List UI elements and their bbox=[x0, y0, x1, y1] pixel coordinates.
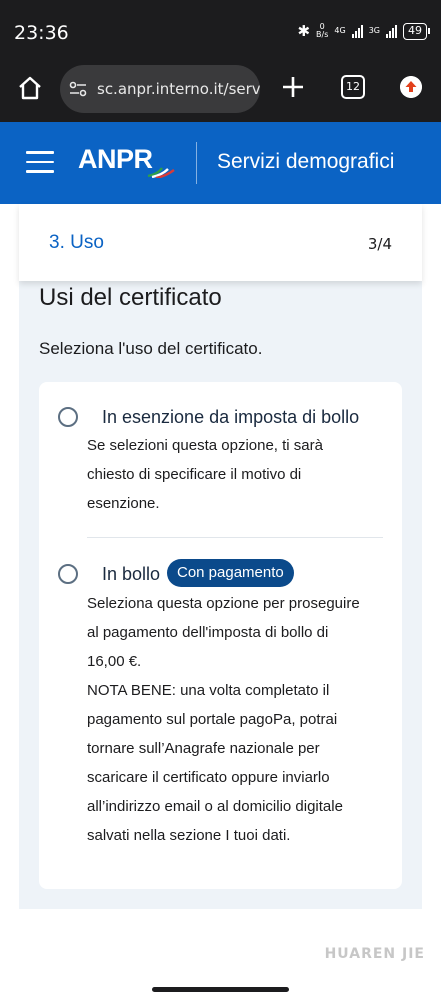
anpr-logo[interactable]: ANPR bbox=[78, 144, 153, 175]
update-icon[interactable] bbox=[400, 76, 422, 98]
status-time: 23:36 bbox=[14, 22, 69, 44]
option-bollo-description: Seleziona questa opzione per proseguire … bbox=[87, 589, 387, 850]
gesture-navigation-bar[interactable] bbox=[152, 987, 289, 992]
option-esenzione-label[interactable]: In esenzione da imposta di bollo bbox=[102, 407, 359, 428]
status-icons: ✱ 0 B/s 4G 3G 49 bbox=[297, 22, 430, 40]
option-esenzione-description: Se selezioni questa opzione, ti sarà chi… bbox=[87, 431, 367, 518]
status-bar: 23:36 ✱ 0 B/s 4G 3G 49 bbox=[0, 0, 441, 62]
signal-icon bbox=[351, 24, 363, 38]
header-title: Servizi demografici bbox=[217, 150, 395, 173]
url-text: sc.anpr.interno.it/serv bbox=[97, 80, 260, 98]
option-esenzione-desc-line: Se selezioni questa opzione, ti sarà bbox=[87, 437, 323, 454]
option-divider bbox=[87, 537, 383, 538]
payment-badge: Con pagamento bbox=[167, 559, 294, 587]
options-card: In esenzione da imposta di bollo Se sele… bbox=[39, 382, 402, 889]
site-settings-icon[interactable] bbox=[68, 79, 88, 99]
hamburger-menu-icon[interactable] bbox=[26, 151, 54, 173]
option-bollo-desc-line: NOTA BENE: una volta completato il bbox=[87, 682, 330, 699]
option-bollo-desc-line: salvati nella sezione I tuoi dati. bbox=[87, 827, 291, 844]
section-subtitle: Seleziona l'uso del certificato. bbox=[39, 339, 263, 358]
option-esenzione-desc-line: chiesto di specificare il motivo di bbox=[87, 466, 302, 483]
network-speed: 0 B/s bbox=[316, 23, 328, 39]
network-speed-unit: B/s bbox=[316, 30, 329, 39]
step-indicator[interactable]: 3. Uso 3/4 bbox=[19, 204, 422, 281]
radio-esenzione[interactable] bbox=[58, 407, 78, 427]
signal-icon-2 bbox=[386, 24, 397, 38]
watermark: HUAREN JIE bbox=[324, 946, 425, 962]
network-type-1: 4G bbox=[334, 26, 346, 35]
bluetooth-icon: ✱ bbox=[297, 22, 311, 40]
app-header: ANPR Servizi demografici bbox=[0, 122, 441, 204]
option-bollo-desc-line: Seleziona questa opzione per proseguire bbox=[87, 595, 360, 612]
step-count: 3/4 bbox=[367, 235, 392, 253]
battery-icon: 49 bbox=[403, 22, 430, 40]
option-bollo-desc-line: scaricare il certificato oppure inviarlo bbox=[87, 769, 330, 786]
section-title: Usi del certificato bbox=[39, 284, 222, 311]
network-type-2: 3G bbox=[368, 26, 380, 35]
home-icon[interactable] bbox=[16, 74, 44, 102]
option-bollo-desc-line: all’indirizzo email o al domicilio digit… bbox=[87, 798, 343, 815]
option-esenzione-desc-line: esenzione. bbox=[87, 495, 160, 512]
italian-flag-swoosh-icon bbox=[147, 167, 175, 178]
browser-toolbar: sc.anpr.interno.it/serv 12 bbox=[0, 62, 441, 122]
option-bollo-desc-line: pagamento sul portale pagoPa, potrai bbox=[87, 711, 338, 728]
option-bollo-label[interactable]: In bollo bbox=[102, 564, 160, 585]
radio-bollo[interactable] bbox=[58, 564, 78, 584]
option-bollo-desc-line: al pagamento dell'imposta di bollo di bbox=[87, 624, 329, 641]
step-label: 3. Uso bbox=[49, 232, 104, 253]
option-bollo-desc-line: tornare sull’Anagrafe nazionale per bbox=[87, 740, 320, 757]
header-divider bbox=[196, 142, 197, 184]
url-bar[interactable]: sc.anpr.interno.it/serv bbox=[60, 65, 260, 113]
tab-switcher-button[interactable]: 12 bbox=[341, 75, 365, 99]
new-tab-icon[interactable] bbox=[280, 74, 306, 100]
option-bollo-desc-line: 16,00 €. bbox=[87, 653, 142, 670]
